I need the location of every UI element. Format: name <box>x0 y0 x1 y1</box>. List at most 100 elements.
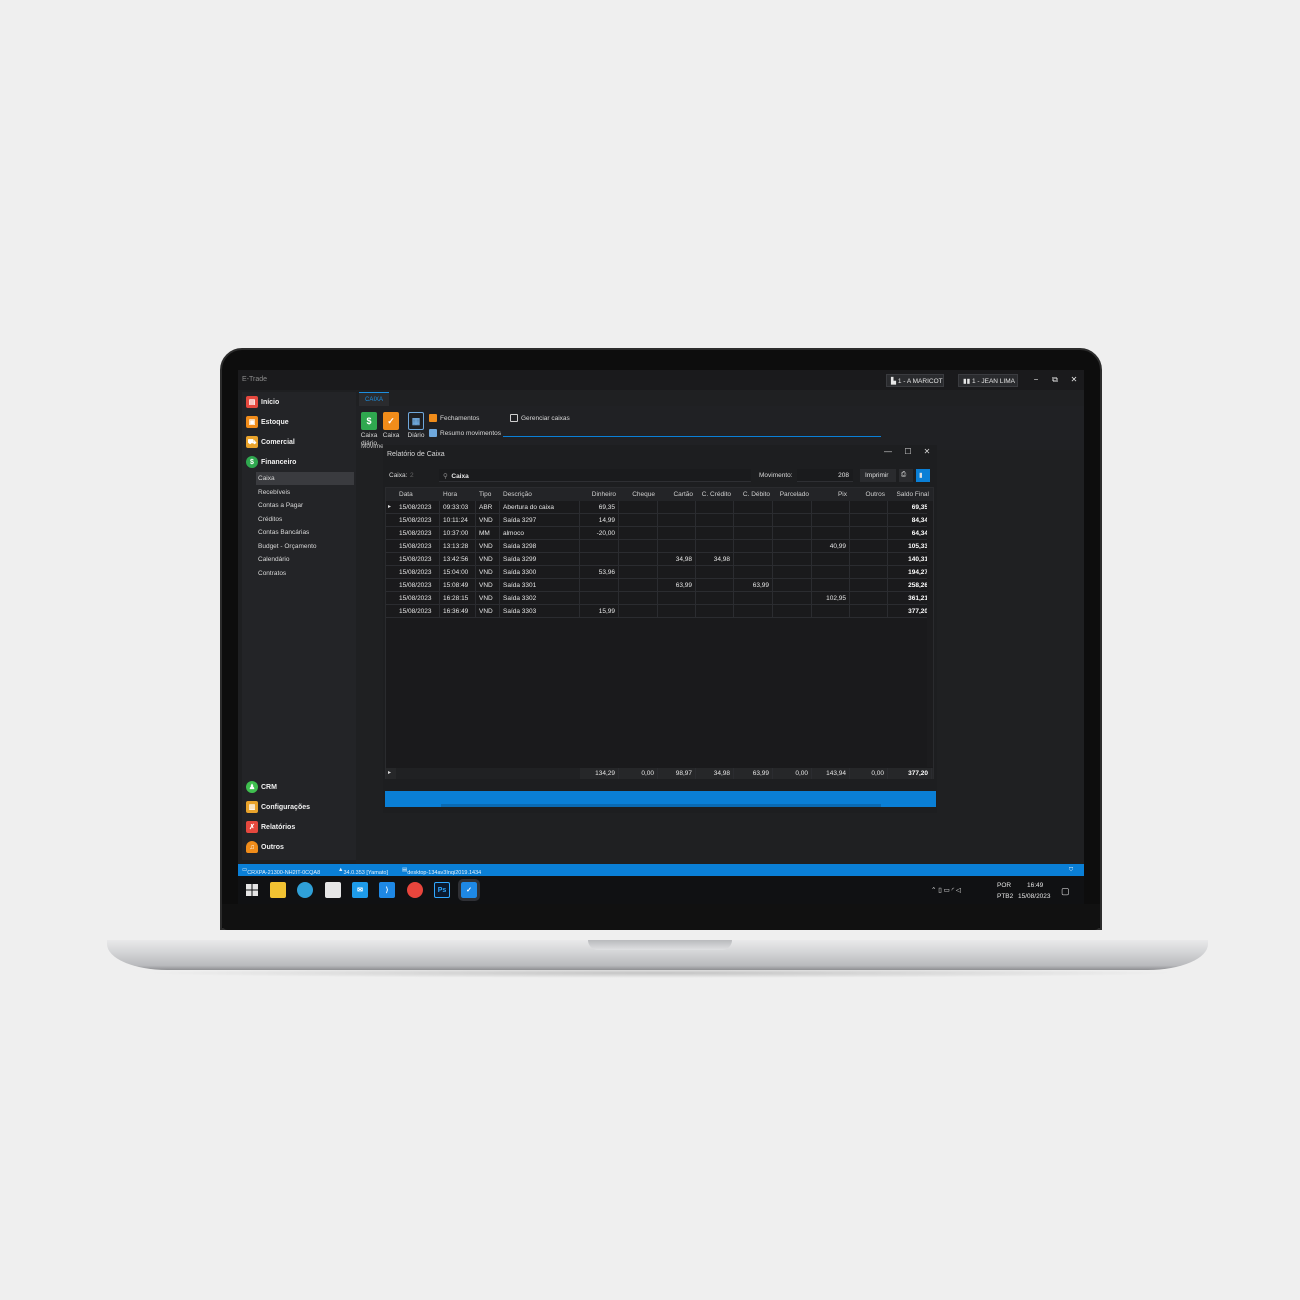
cell-outros[interactable] <box>850 605 888 618</box>
column-header-parcelado[interactable]: Parcelado <box>773 488 812 501</box>
cell-dinheiro[interactable]: -20,00 <box>580 527 619 540</box>
cell-cheque[interactable] <box>619 579 658 592</box>
cell-pix[interactable] <box>812 527 850 540</box>
lang-bottom[interactable]: PTB2 <box>997 893 1013 900</box>
cell-tipo[interactable]: VND <box>476 566 500 579</box>
cell-cheque[interactable] <box>619 540 658 553</box>
cell-parcelado[interactable] <box>773 501 812 514</box>
cell-saldo-final[interactable]: 140,31 <box>888 553 932 566</box>
fechamentos-button[interactable]: Fechamentos <box>429 414 479 422</box>
table-row[interactable]: 15/08/2023 16:28:15 VND Saída 3302 102,95 361… <box>386 592 933 605</box>
cell-data[interactable]: 15/08/2023 <box>396 514 440 527</box>
cell-c-credito[interactable] <box>696 501 734 514</box>
column-header-tipo[interactable]: Tipo <box>476 488 500 501</box>
sidebar-item-relatorios[interactable]: ✗ Relatórios <box>246 819 295 835</box>
cell-cheque[interactable] <box>619 514 658 527</box>
cell-descricao[interactable]: Saída 3301 <box>500 579 580 592</box>
table-row[interactable]: 15/08/2023 10:37:00 MM almoco -20,00 64,34 <box>386 527 933 540</box>
printer-icon[interactable]: ⎙ <box>899 469 913 482</box>
cell-dinheiro[interactable] <box>580 579 619 592</box>
cell-c-credito[interactable] <box>696 540 734 553</box>
export-icon[interactable]: ▮ <box>916 469 930 482</box>
cell-dinheiro[interactable] <box>580 540 619 553</box>
cell-c-credito[interactable] <box>696 527 734 540</box>
sidebar-item-recebiveis[interactable]: Recebíveis <box>256 486 354 499</box>
cell-hora[interactable]: 10:37:00 <box>440 527 476 540</box>
cell-descricao[interactable]: Saída 3303 <box>500 605 580 618</box>
sidebar-item-contas-bancarias[interactable]: Contas Bancárias <box>256 526 354 539</box>
column-header-descricao[interactable]: Descrição <box>500 488 580 501</box>
cell-cartao[interactable] <box>658 592 696 605</box>
cell-hora[interactable]: 16:36:49 <box>440 605 476 618</box>
cell-outros[interactable] <box>850 501 888 514</box>
cell-hora[interactable]: 16:28:15 <box>440 592 476 605</box>
cell-data[interactable]: 15/08/2023 <box>396 566 440 579</box>
cell-c-debito[interactable]: 63,99 <box>734 579 773 592</box>
sidebar-item-comercial[interactable]: ⛟ Comercial <box>246 434 295 450</box>
cell-hora[interactable]: 13:13:28 <box>440 540 476 553</box>
cell-pix[interactable]: 40,99 <box>812 540 850 553</box>
cell-outros[interactable] <box>850 553 888 566</box>
cell-cheque[interactable] <box>619 592 658 605</box>
cell-pix[interactable] <box>812 514 850 527</box>
cell-hora[interactable]: 15:04:00 <box>440 566 476 579</box>
sidebar-item-configuracoes[interactable]: ▥ Configurações <box>246 799 310 815</box>
cell-data[interactable]: 15/08/2023 <box>396 501 440 514</box>
cell-dinheiro[interactable]: 15,99 <box>580 605 619 618</box>
cell-c-debito[interactable] <box>734 514 773 527</box>
cell-parcelado[interactable] <box>773 527 812 540</box>
cell-hora[interactable]: 15:08:49 <box>440 579 476 592</box>
photoshop-icon[interactable]: Ps <box>434 882 450 898</box>
user-badge[interactable]: ▮▮ 1 - JEAN LIMA <box>958 374 1018 387</box>
column-header-hora[interactable]: Hora <box>440 488 476 501</box>
cell-cartao[interactable] <box>658 605 696 618</box>
sidebar-item-caixa[interactable]: Caixa <box>256 472 354 485</box>
cell-data[interactable]: 15/08/2023 <box>396 592 440 605</box>
cell-c-debito[interactable] <box>734 605 773 618</box>
cell-cheque[interactable] <box>619 527 658 540</box>
etrade-app-icon[interactable]: ✓ <box>458 879 480 901</box>
column-header-cheque[interactable]: Cheque <box>619 488 658 501</box>
cell-cartao[interactable] <box>658 527 696 540</box>
sidebar-item-crm[interactable]: ♟ CRM <box>246 779 277 795</box>
cell-pix[interactable] <box>812 566 850 579</box>
cell-outros[interactable] <box>850 540 888 553</box>
cell-outros[interactable] <box>850 514 888 527</box>
caixa-button[interactable]: ✓ Caixa <box>381 412 401 440</box>
cell-c-credito[interactable] <box>696 592 734 605</box>
sidebar-item-contas-a-pagar[interactable]: Contas a Pagar <box>256 499 354 512</box>
cell-descricao[interactable]: Saída 3300 <box>500 566 580 579</box>
cell-c-credito[interactable] <box>696 514 734 527</box>
cell-c-credito[interactable] <box>696 579 734 592</box>
dialog-maximize-button[interactable]: ☐ <box>901 447 915 459</box>
cell-descricao[interactable]: Saída 3297 <box>500 514 580 527</box>
cell-tipo[interactable]: VND <box>476 592 500 605</box>
cell-pix[interactable] <box>812 501 850 514</box>
mail-icon[interactable]: ✉ <box>352 882 368 898</box>
cell-saldo-final[interactable]: 69,35 <box>888 501 932 514</box>
clock-time[interactable]: 16:49 <box>1027 882 1043 889</box>
cell-c-debito[interactable] <box>734 501 773 514</box>
sidebar-item-inicio[interactable]: ▤ Início <box>246 394 279 410</box>
sidebar-item-creditos[interactable]: Créditos <box>256 513 354 526</box>
table-row[interactable]: 15/08/2023 13:42:56 VND Saída 3299 34,98 34,9… <box>386 553 933 566</box>
edge-browser-icon[interactable] <box>297 882 313 898</box>
cell-pix[interactable] <box>812 579 850 592</box>
cell-c-debito[interactable] <box>734 592 773 605</box>
diario-button[interactable]: ▦ Diário <box>405 412 427 440</box>
cell-pix[interactable]: 102,95 <box>812 592 850 605</box>
table-row[interactable]: 15/08/2023 10:11:24 VND Saída 3297 14,99 84,3… <box>386 514 933 527</box>
notifications-icon[interactable]: ▢ <box>1061 886 1070 897</box>
cell-saldo-final[interactable]: 105,33 <box>888 540 932 553</box>
column-header-saldo-final[interactable]: Saldo Final <box>888 488 932 501</box>
cell-hora[interactable]: 13:42:56 <box>440 553 476 566</box>
column-header-data[interactable]: Data <box>396 488 440 501</box>
cell-descricao[interactable]: Saída 3298 <box>500 540 580 553</box>
cell-c-debito[interactable] <box>734 566 773 579</box>
cell-dinheiro[interactable]: 14,99 <box>580 514 619 527</box>
cell-c-debito[interactable] <box>734 553 773 566</box>
cell-cartao[interactable]: 63,99 <box>658 579 696 592</box>
cell-tipo[interactable]: VND <box>476 540 500 553</box>
cell-outros[interactable] <box>850 592 888 605</box>
cell-cartao[interactable] <box>658 540 696 553</box>
